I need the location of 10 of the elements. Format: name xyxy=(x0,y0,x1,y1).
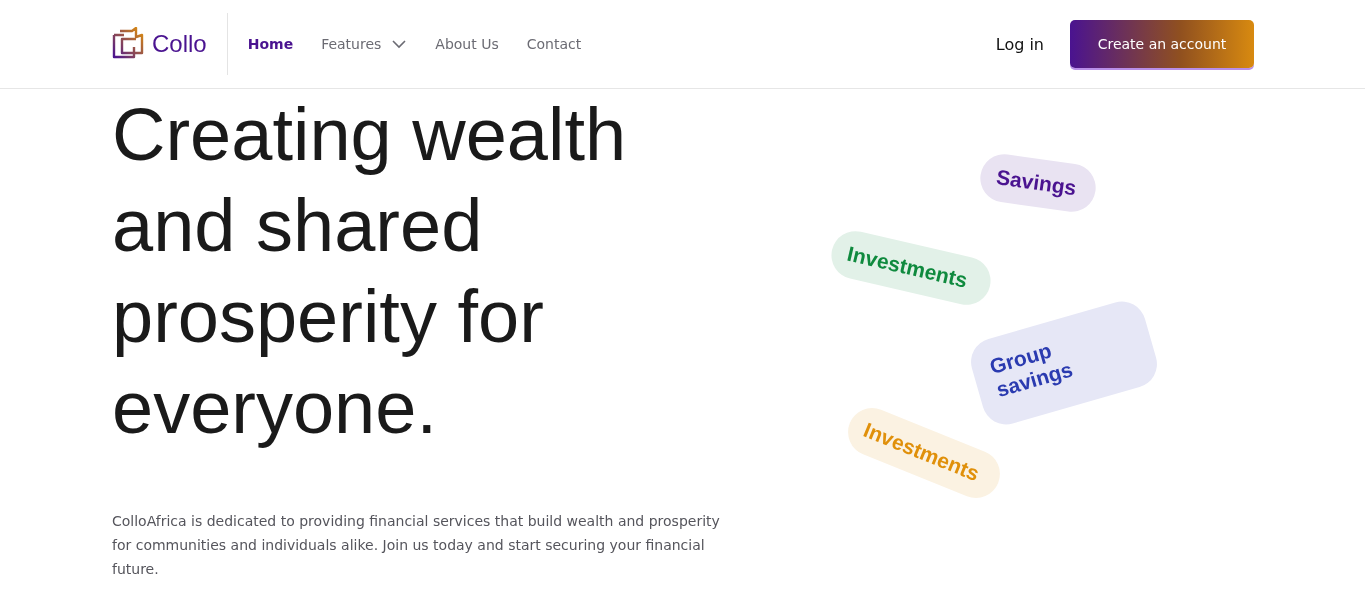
nav-link[interactable]: Home xyxy=(247,36,294,52)
hero-description: ColloAfrica is dedicated to providing financial services that build wealth and prosperity for communities and individuals alike. Join us today and start securing your financial future. xyxy=(112,512,721,579)
nav-link[interactable]: Features xyxy=(321,36,408,52)
brand-name[interactable]: Collo xyxy=(152,30,207,58)
hero-heading: Creating wealth and shared prosperity for everyone. xyxy=(112,92,628,451)
login-link[interactable]: Log in xyxy=(989,33,1050,55)
create-account-button[interactable]: Create an account xyxy=(1070,20,1254,68)
logo-icon xyxy=(112,27,146,61)
nav-link[interactable]: About Us xyxy=(435,36,499,52)
nav-link[interactable]: Contact xyxy=(526,36,582,52)
